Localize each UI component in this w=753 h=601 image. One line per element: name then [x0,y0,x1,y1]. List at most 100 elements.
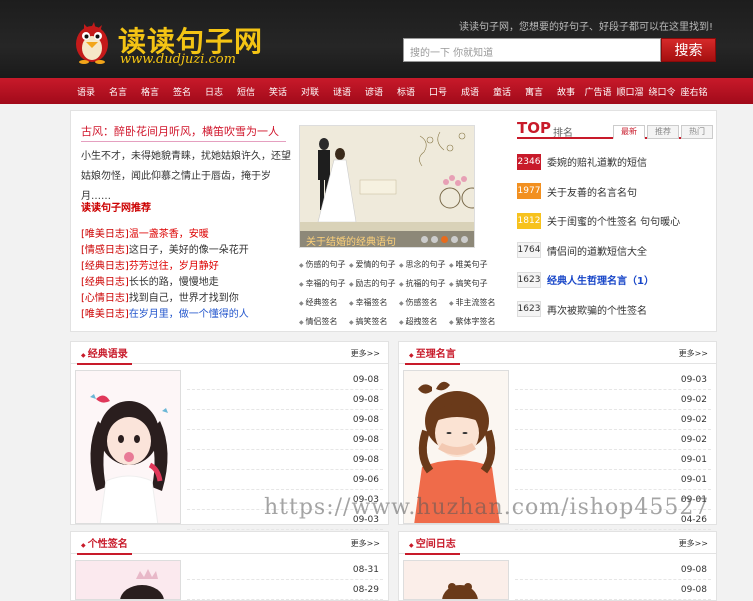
list-item[interactable]: 09-02 [515,410,711,430]
slider-dot[interactable] [451,236,458,243]
ranking-link[interactable]: 情侣间的道歉短信大全 [547,243,647,258]
tag-link[interactable]: 励志的句子 [349,278,399,289]
tag-link[interactable]: 经典签名 [299,297,349,308]
ranking-item[interactable]: 1764 情侣间的道歉短信大全 [517,236,717,266]
nav-item[interactable]: 成语 [454,85,486,98]
nav-item[interactable]: 寓言 [518,85,550,98]
ranking-link[interactable]: 经典人生哲理名言（1） [547,272,654,287]
nav-item[interactable]: 口号 [422,85,454,98]
ranking-item[interactable]: 1812 关于闺蜜的个性签名 句句暖心 [517,206,717,236]
recommend-link[interactable]: 在岁月里，做一个懂得的人 [129,309,249,320]
tag-link[interactable]: 幸福的句子 [299,278,349,289]
tag-link[interactable]: 繁体字签名 [449,316,499,327]
recommend-item[interactable]: [经典日志]芬芳过往，岁月静好 [81,259,301,275]
recommend-item[interactable]: [唯美日志]温一盏茶香，安暖 [81,227,301,243]
list-item[interactable]: 09-02 [515,430,711,450]
section-title[interactable]: 经典语录 [77,345,132,365]
recommend-item[interactable]: [经典日志]长长的路，慢慢地走 [81,275,301,291]
ranking-link[interactable]: 再次被欺骗的个性签名 [547,302,647,317]
section-title[interactable]: 个性签名 [77,535,132,555]
recommend-item[interactable]: [唯美日志]在岁月里，做一个懂得的人 [81,307,301,323]
recommend-category[interactable]: [经典日志] [81,277,129,288]
nav-item[interactable]: 谚语 [358,85,390,98]
more-link[interactable]: 更多>> [351,348,380,359]
ranking-link[interactable]: 委婉的赔礼道歉的短信 [547,154,647,169]
recommend-category[interactable]: [经典日志] [81,261,129,272]
more-link[interactable]: 更多>> [679,538,708,549]
list-item[interactable]: 08-29 [187,580,383,600]
tag-link[interactable]: 幸福签名 [349,297,399,308]
nav-item[interactable]: 名言 [102,85,134,98]
list-item[interactable]: 09-08 [187,410,383,430]
ranking-item[interactable]: 1977 关于友善的名言名句 [517,177,717,207]
section-title[interactable]: 空间日志 [405,535,460,555]
nav-item[interactable]: 笑话 [262,85,294,98]
tag-link[interactable]: 思念的句子 [399,259,449,270]
nav-item[interactable]: 语录 [70,85,102,98]
tag-link[interactable]: 爱情的句子 [349,259,399,270]
list-item[interactable]: 09-02 [515,390,711,410]
tag-link[interactable]: 情侣签名 [299,316,349,327]
ranking-link[interactable]: 关于闺蜜的个性签名 句句暖心 [547,213,680,228]
recommend-item[interactable]: [情感日志]这日子，美好的像一朵花开 [81,243,301,259]
nav-item[interactable]: 广告语 [582,85,614,98]
list-item[interactable]: 09-08 [187,450,383,470]
recommend-category[interactable]: [心情日志] [81,293,129,304]
girl-illustration-thumbnail[interactable] [75,370,181,524]
nav-item[interactable]: 对联 [294,85,326,98]
top-tab[interactable]: 推荐 [647,125,679,139]
nav-item[interactable]: 童话 [486,85,518,98]
tag-link[interactable]: 非主流签名 [449,297,499,308]
nav-item[interactable]: 签名 [166,85,198,98]
tag-link[interactable]: 伤感签名 [399,297,449,308]
section-title[interactable]: 至理名言 [405,345,460,365]
recommend-category[interactable]: [唯美日志] [81,229,129,240]
list-item[interactable]: 08-31 [187,560,383,580]
tag-link[interactable]: 唯美句子 [449,259,499,270]
tag-link[interactable]: 抗福的句子 [399,278,449,289]
ranking-item[interactable]: 1623 经典人生哲理名言（1） [517,265,717,295]
image-slider[interactable]: 关于结婚的经典语句 [299,125,475,248]
nav-item[interactable]: 谜语 [326,85,358,98]
list-item[interactable]: 09-08 [187,430,383,450]
nav-item[interactable]: 短信 [230,85,262,98]
tag-link[interactable]: 搞笑签名 [349,316,399,327]
nav-item[interactable]: 座右铭 [678,85,710,98]
more-link[interactable]: 更多>> [679,348,708,359]
girl-illustration-thumbnail[interactable] [403,560,509,600]
list-item[interactable]: 09-08 [187,370,383,390]
slider-dot[interactable] [421,236,428,243]
slider-dot[interactable] [461,236,468,243]
ranking-link[interactable]: 关于友善的名言名句 [547,184,637,199]
tag-link[interactable]: 搞笑句子 [449,278,499,289]
tag-link[interactable]: 超拽签名 [399,316,449,327]
top-tab[interactable]: 最新 [613,125,645,139]
list-item[interactable]: 09-01 [515,470,711,490]
tag-link[interactable]: 伤感的句子 [299,259,349,270]
ranking-item[interactable]: 1623 再次被欺骗的个性签名 [517,295,717,325]
list-item[interactable]: 09-01 [515,450,711,470]
top-tab[interactable]: 热门 [681,125,713,139]
more-link[interactable]: 更多>> [351,538,380,549]
recommend-category[interactable]: [唯美日志] [81,309,129,320]
list-item[interactable]: 09-06 [187,470,383,490]
ranking-item[interactable]: 2346 委婉的赔礼道歉的短信 [517,147,717,177]
nav-item[interactable]: 格言 [134,85,166,98]
bird-mascot-logo-icon[interactable] [70,16,114,64]
search-button[interactable]: 搜索 [661,38,716,62]
slider-dot[interactable] [431,236,438,243]
search-input[interactable]: 搜的一下 你就知道 [403,38,661,62]
recommend-link[interactable]: 芬芳过往，岁月静好 [129,261,219,272]
recommend-link[interactable]: 这日子，美好的像一朵花开 [129,245,249,256]
nav-item[interactable]: 标语 [390,85,422,98]
recommend-link[interactable]: 温一盏茶香，安暖 [129,229,209,240]
nav-item[interactable]: 绕口令 [646,85,678,98]
list-item[interactable]: 09-08 [515,580,711,600]
recommend-link[interactable]: 找到自己，世界才找到你 [129,293,239,304]
slider-dot[interactable] [441,236,448,243]
recommend-item[interactable]: [心情日志]找到自己，世界才找到你 [81,291,301,307]
nav-item[interactable]: 顺口溜 [614,85,646,98]
list-item[interactable]: 09-08 [187,390,383,410]
recommend-category[interactable]: [情感日志] [81,245,129,256]
nav-item[interactable]: 日志 [198,85,230,98]
